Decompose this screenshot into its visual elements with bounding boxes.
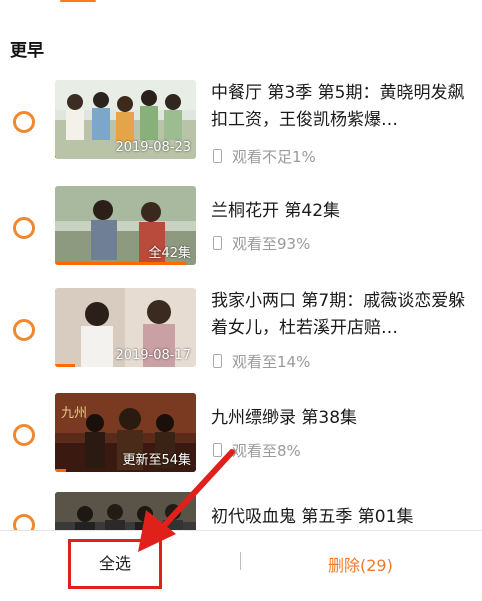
watch-progress: 观看至14% bbox=[213, 351, 310, 372]
watch-progress: 观看至93% bbox=[213, 233, 310, 254]
watch-progress-bar bbox=[55, 364, 75, 367]
thumbnail-label: 更新至54集 bbox=[122, 453, 191, 468]
list-item[interactable]: 九州 更新至54集 九州缥缈录 第38集 观看至8% bbox=[0, 391, 482, 479]
video-title[interactable]: 我家小两口 第7期：戚薇谈恋爱躲着女儿，杜若溪开店赔… bbox=[211, 288, 471, 342]
watch-progress-bar bbox=[55, 262, 187, 265]
section-title: 更早 bbox=[10, 41, 44, 61]
list-item[interactable]: 2019-08-17 我家小两口 第7期：戚薇谈恋爱躲着女儿，杜若溪开店赔… 观… bbox=[0, 286, 482, 374]
watch-progress-bar bbox=[55, 469, 67, 472]
watch-progress: 观看至8% bbox=[213, 440, 301, 461]
list-item[interactable]: 2019-08-23 中餐厅 第3季 第5期：黄晓明发飙扣工资，王俊凯杨紫爆… … bbox=[0, 78, 482, 166]
select-radio[interactable] bbox=[13, 319, 35, 341]
phone-icon bbox=[213, 149, 222, 163]
list-item[interactable]: 全42集 兰桐花开 第42集 观看至93% bbox=[0, 184, 482, 272]
video-thumbnail[interactable]: 全42集 bbox=[55, 186, 196, 265]
watch-progress-text: 观看至93% bbox=[232, 235, 311, 253]
watch-progress-text: 观看不足1% bbox=[232, 148, 316, 166]
svg-text:九州: 九州 bbox=[61, 406, 87, 421]
watch-progress-bar bbox=[55, 156, 57, 159]
video-thumbnail[interactable]: 九州 更新至54集 bbox=[55, 393, 196, 472]
select-radio[interactable] bbox=[13, 424, 35, 446]
select-all-button[interactable]: 全选 bbox=[68, 539, 162, 589]
bottom-divider bbox=[240, 552, 241, 570]
phone-icon bbox=[213, 236, 222, 250]
video-thumbnail[interactable]: 2019-08-17 bbox=[55, 288, 196, 367]
video-title[interactable]: 兰桐花开 第42集 bbox=[211, 198, 471, 225]
thumbnail-label: 2019-08-17 bbox=[115, 348, 191, 363]
delete-button[interactable]: 删除(29) bbox=[328, 552, 393, 576]
watch-progress-text: 观看至8% bbox=[232, 442, 301, 460]
video-title[interactable]: 中餐厅 第3季 第5期：黄晓明发飙扣工资，王俊凯杨紫爆… bbox=[211, 80, 471, 134]
select-radio[interactable] bbox=[13, 217, 35, 239]
top-accent-line bbox=[60, 0, 96, 2]
thumbnail-label: 2019-08-23 bbox=[115, 140, 191, 155]
phone-icon bbox=[213, 443, 222, 457]
thumbnail-label: 全42集 bbox=[148, 246, 191, 261]
phone-icon bbox=[213, 354, 222, 368]
watch-progress: 观看不足1% bbox=[213, 146, 316, 167]
top-strip bbox=[0, 0, 482, 6]
video-title[interactable]: 初代吸血鬼 第五季 第01集 bbox=[211, 504, 471, 531]
watch-progress-text: 观看至14% bbox=[232, 353, 311, 371]
select-radio[interactable] bbox=[13, 111, 35, 133]
video-thumbnail[interactable]: 2019-08-23 bbox=[55, 80, 196, 159]
video-title[interactable]: 九州缥缈录 第38集 bbox=[211, 405, 471, 432]
